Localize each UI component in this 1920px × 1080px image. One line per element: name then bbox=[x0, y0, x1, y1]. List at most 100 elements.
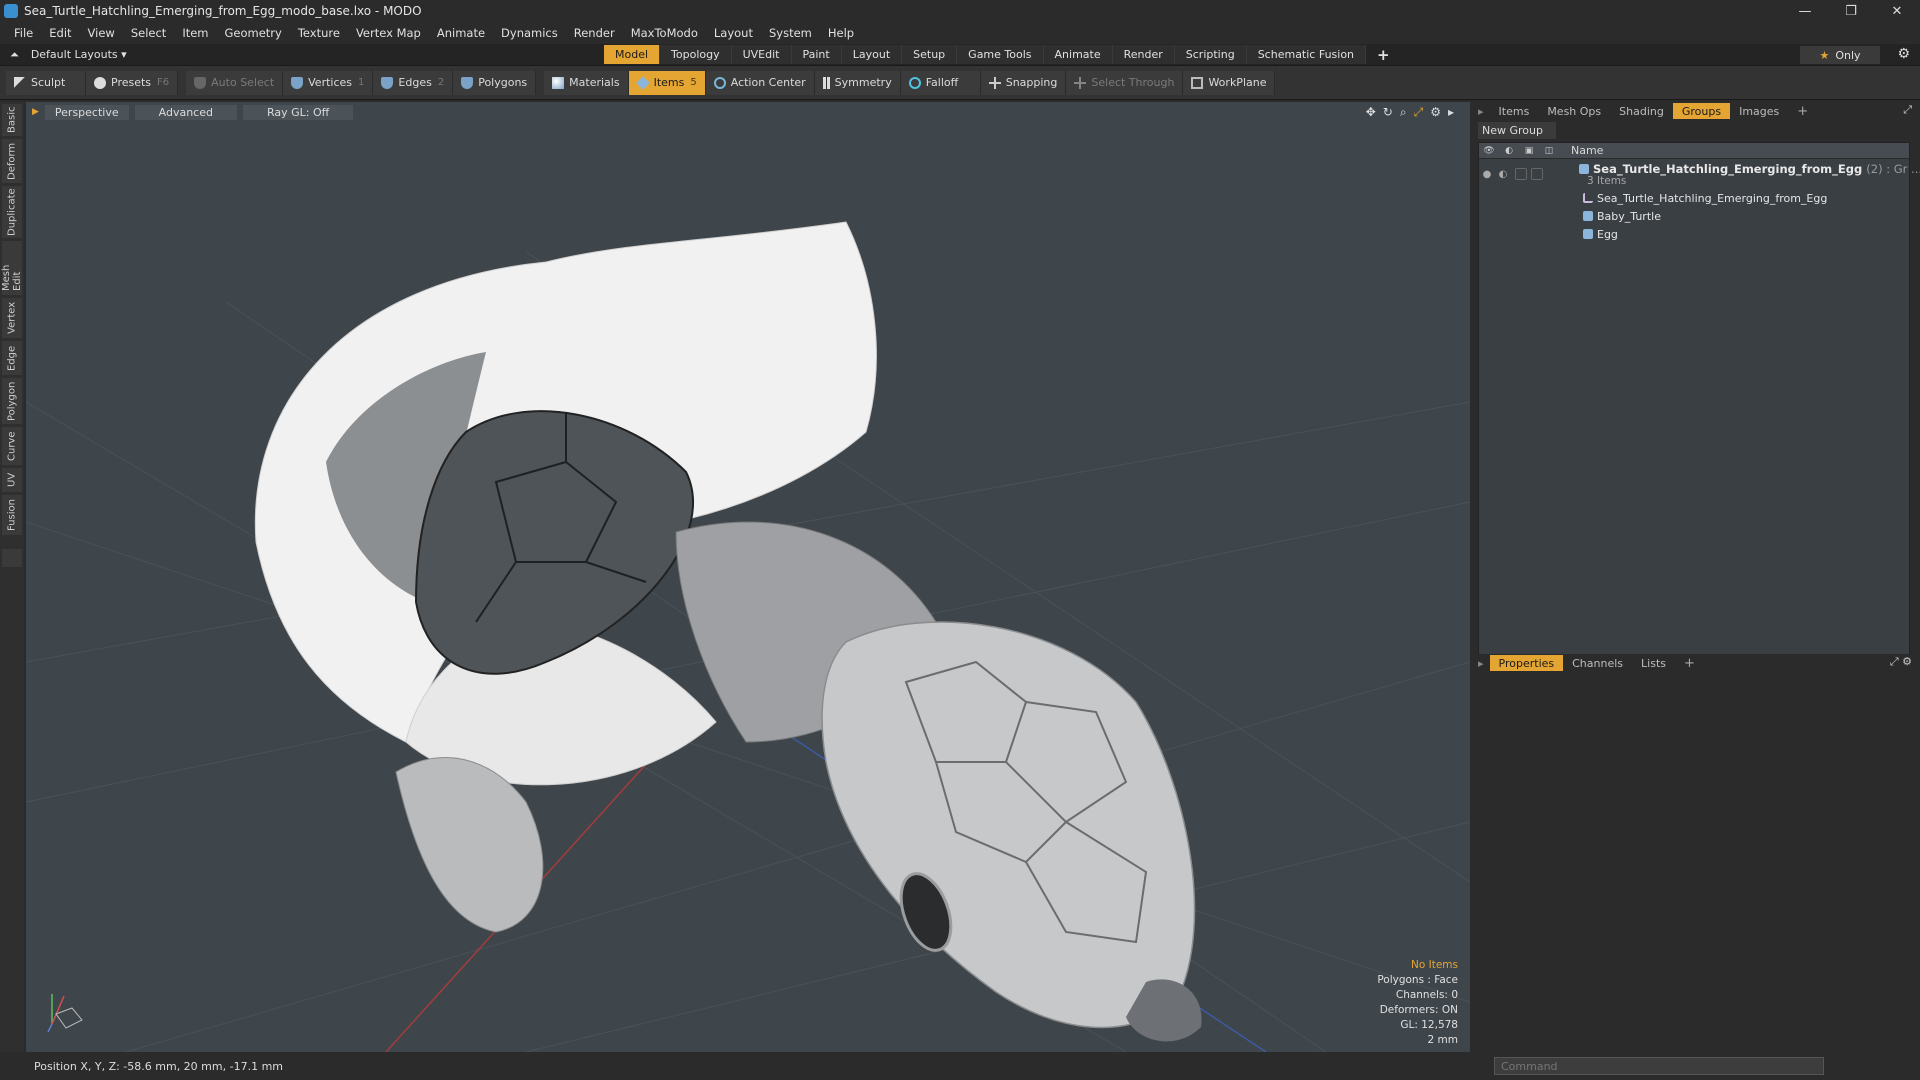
3d-viewport[interactable]: ▶ Perspective Advanced Ray GL: Off ✥ ↻ ⌕… bbox=[26, 102, 1470, 1052]
properties-expand-icon[interactable]: ⤢ ⚙ bbox=[1890, 655, 1912, 669]
menu-system[interactable]: System bbox=[761, 26, 820, 40]
menu-animate[interactable]: Animate bbox=[429, 26, 493, 40]
tab-lists[interactable]: Lists bbox=[1632, 655, 1675, 671]
collapse-up-icon[interactable]: ⏶ bbox=[10, 48, 19, 62]
close-button[interactable]: ✕ bbox=[1874, 0, 1920, 22]
group-render-icon[interactable]: ◐ bbox=[1495, 169, 1511, 180]
falloff-icon bbox=[908, 76, 921, 89]
list-item[interactable]: Baby_Turtle bbox=[1479, 207, 1909, 225]
render-column-icon[interactable]: ◐ bbox=[1499, 146, 1519, 156]
items-icon bbox=[635, 75, 650, 90]
vtab-curve[interactable]: Curve bbox=[2, 427, 22, 465]
vtab-polygon[interactable]: Polygon bbox=[2, 378, 22, 424]
tab-shading[interactable]: Shading bbox=[1610, 103, 1673, 119]
add-panel-tab-plus-icon[interactable]: + bbox=[1788, 103, 1817, 119]
items-button[interactable]: Items 5 bbox=[628, 70, 706, 95]
menu-maxtomodo[interactable]: MaxToModo bbox=[623, 26, 706, 40]
vtab-vertex[interactable]: Vertex bbox=[2, 298, 22, 338]
vtab-basic[interactable]: Basic bbox=[2, 104, 22, 136]
tab-render[interactable]: Render bbox=[1112, 45, 1175, 64]
viewport-menu-arrow-icon[interactable]: ▶ bbox=[32, 107, 39, 117]
menu-vertex-map[interactable]: Vertex Map bbox=[348, 26, 429, 40]
menu-texture[interactable]: Texture bbox=[290, 26, 348, 40]
menu-item[interactable]: Item bbox=[174, 26, 216, 40]
zoom-icon[interactable]: ⌕ bbox=[1400, 105, 1407, 120]
vtab-expand-handle[interactable] bbox=[2, 549, 22, 567]
tab-channels[interactable]: Channels bbox=[1563, 655, 1632, 671]
snapping-button[interactable]: Snapping bbox=[980, 70, 1067, 95]
viewport-expand-arrow-icon[interactable]: ▸ bbox=[1448, 105, 1454, 120]
lock-column-icon[interactable]: ▣ bbox=[1519, 146, 1539, 156]
pan-icon[interactable]: ✥ bbox=[1366, 105, 1376, 120]
tab-paint[interactable]: Paint bbox=[791, 45, 842, 64]
tab-scripting[interactable]: Scripting bbox=[1174, 45, 1247, 64]
only-toggle[interactable]: ★ Only bbox=[1800, 46, 1880, 64]
tab-mesh-ops[interactable]: Mesh Ops bbox=[1538, 103, 1610, 119]
tab-topology[interactable]: Topology bbox=[660, 45, 732, 64]
group-row[interactable]: ● ◐ Sea_Turtle_Hatchling_Emerging_from_E… bbox=[1479, 159, 1920, 189]
visibility-column-eye-icon[interactable]: 👁 bbox=[1479, 146, 1499, 156]
layout-selector[interactable]: ⏶ Default Layouts ▾ bbox=[0, 48, 600, 62]
menu-edit[interactable]: Edit bbox=[41, 26, 79, 40]
tab-layout[interactable]: Layout bbox=[841, 45, 903, 64]
select-column-icon[interactable]: ◫ bbox=[1539, 146, 1559, 156]
tab-properties[interactable]: Properties bbox=[1489, 655, 1564, 671]
rotate-icon[interactable]: ↻ bbox=[1383, 105, 1393, 120]
edges-button[interactable]: Edges 2 bbox=[373, 70, 454, 95]
tab-images[interactable]: Images bbox=[1730, 103, 1788, 119]
minimize-button[interactable]: — bbox=[1782, 0, 1828, 22]
select-through-button[interactable]: Select Through bbox=[1066, 70, 1184, 95]
gear-icon[interactable]: ⚙ bbox=[1897, 46, 1910, 62]
tab-uvedit[interactable]: UVEdit bbox=[731, 45, 792, 64]
symmetry-button[interactable]: Symmetry bbox=[814, 70, 901, 95]
tab-animate[interactable]: Animate bbox=[1043, 45, 1113, 64]
properties-menu-icon[interactable]: ▸ bbox=[1478, 657, 1484, 670]
vtab-deform[interactable]: Deform bbox=[2, 139, 22, 183]
workplane-button[interactable]: WorkPlane bbox=[1183, 70, 1276, 95]
vtab-edge[interactable]: Edge bbox=[2, 341, 22, 375]
presets-button[interactable]: Presets F6 bbox=[86, 70, 179, 95]
vtab-fusion[interactable]: Fusion bbox=[2, 495, 22, 535]
list-item[interactable]: Egg bbox=[1479, 225, 1909, 243]
vtab-uv[interactable]: UV bbox=[2, 468, 22, 492]
list-item[interactable]: Sea_Turtle_Hatchling_Emerging_from_Egg bbox=[1479, 189, 1909, 207]
panel-menu-icon[interactable]: ▸ bbox=[1478, 105, 1484, 118]
raygl-button[interactable]: Ray GL: Off bbox=[242, 104, 354, 120]
sculpt-button[interactable]: Sculpt bbox=[6, 70, 86, 95]
group-visibility-eye-icon[interactable]: ● bbox=[1479, 169, 1495, 180]
auto-select-button[interactable]: Auto Select bbox=[186, 70, 284, 95]
restore-button[interactable]: ❐ bbox=[1828, 0, 1874, 22]
menu-file[interactable]: File bbox=[6, 26, 41, 40]
vtab-mesh-edit[interactable]: Mesh Edit bbox=[1, 241, 23, 295]
tab-model[interactable]: Model bbox=[604, 45, 661, 64]
materials-button[interactable]: Materials bbox=[544, 70, 629, 95]
action-center-button[interactable]: Action Center bbox=[705, 70, 815, 95]
tab-groups[interactable]: Groups bbox=[1672, 103, 1731, 119]
new-group-button[interactable]: New Group bbox=[1478, 122, 1556, 139]
falloff-button[interactable]: Falloff bbox=[900, 70, 981, 95]
panel-expand-icon[interactable]: ⤢ bbox=[1903, 103, 1912, 117]
menu-view[interactable]: View bbox=[80, 26, 123, 40]
viewport-settings-icon[interactable]: ⚙ bbox=[1430, 105, 1441, 120]
tab-schematic-fusion[interactable]: Schematic Fusion bbox=[1246, 45, 1367, 64]
group-lock-checkbox[interactable] bbox=[1515, 168, 1527, 180]
menu-select[interactable]: Select bbox=[123, 26, 174, 40]
add-tab-plus-icon[interactable]: + bbox=[1366, 45, 1401, 64]
menu-dynamics[interactable]: Dynamics bbox=[493, 26, 566, 40]
shading-mode-button[interactable]: Advanced bbox=[134, 104, 237, 120]
tab-game-tools[interactable]: Game Tools bbox=[957, 45, 1044, 64]
view-type-button[interactable]: Perspective bbox=[44, 104, 129, 120]
tab-setup[interactable]: Setup bbox=[902, 45, 958, 64]
menu-help[interactable]: Help bbox=[820, 26, 862, 40]
menu-layout[interactable]: Layout bbox=[706, 26, 761, 40]
group-select-checkbox[interactable] bbox=[1531, 168, 1543, 180]
vtab-duplicate[interactable]: Duplicate bbox=[2, 186, 22, 238]
vertices-button[interactable]: Vertices 1 bbox=[283, 70, 374, 95]
polygons-button[interactable]: Polygons bbox=[453, 70, 537, 95]
menu-render[interactable]: Render bbox=[566, 26, 623, 40]
command-input[interactable] bbox=[1494, 1057, 1824, 1075]
menu-geometry[interactable]: Geometry bbox=[217, 26, 290, 40]
tab-items[interactable]: Items bbox=[1490, 103, 1539, 119]
maximize-icon[interactable]: ⤢ bbox=[1414, 105, 1424, 120]
add-properties-tab-plus-icon[interactable]: + bbox=[1675, 655, 1704, 671]
